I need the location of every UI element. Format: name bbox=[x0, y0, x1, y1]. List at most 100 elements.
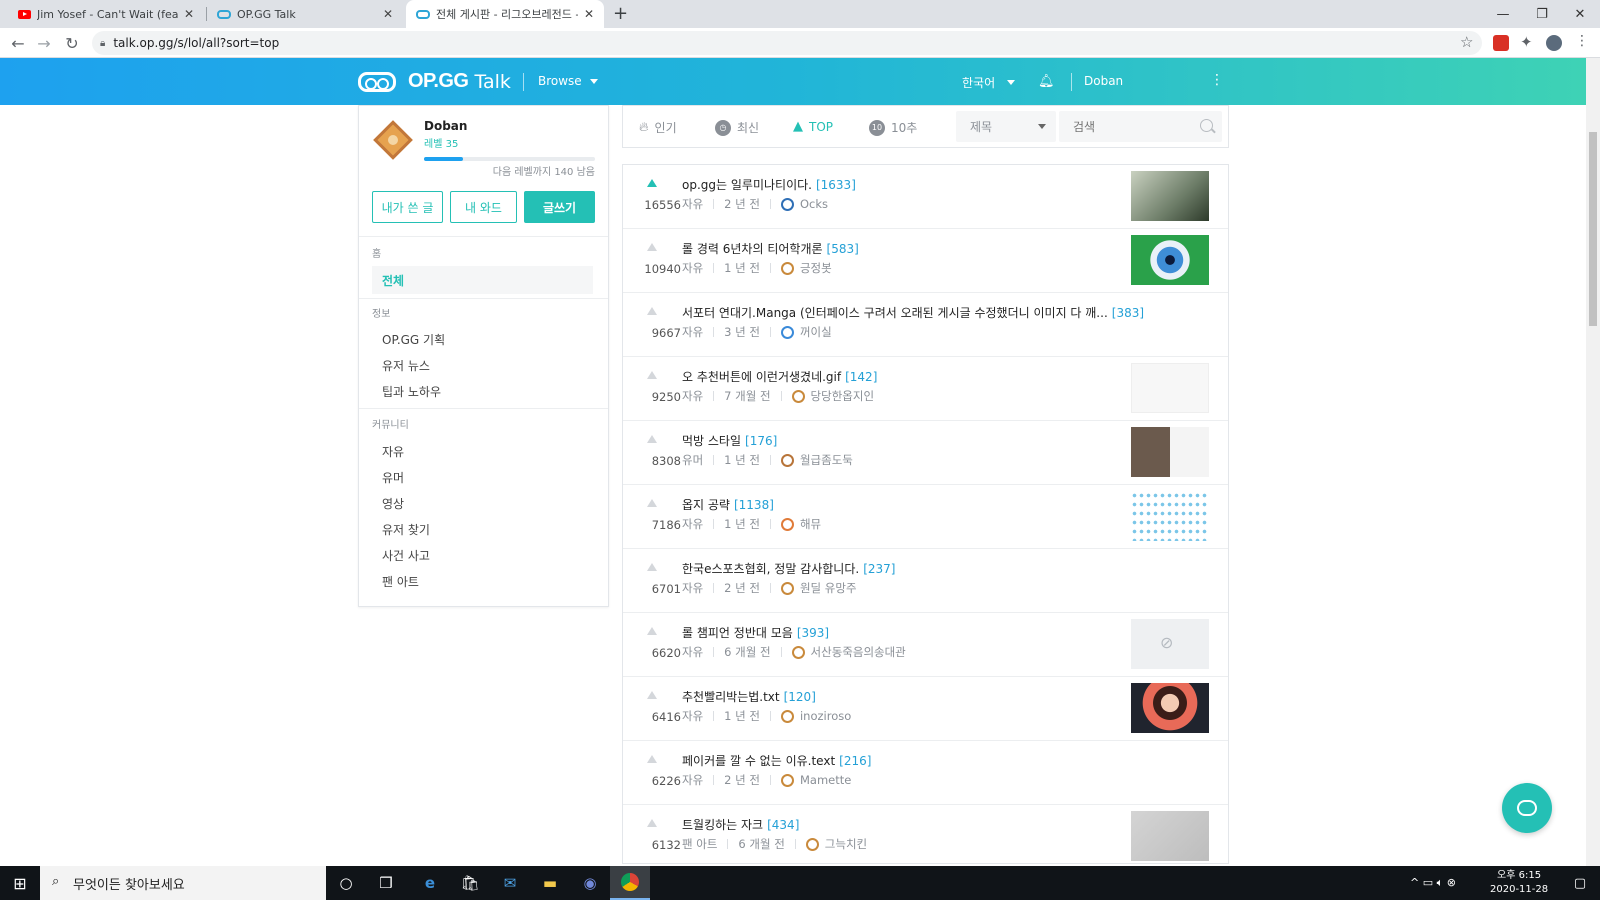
close-tab-icon[interactable]: ✕ bbox=[584, 7, 594, 21]
task-view-icon[interactable]: ❒ bbox=[366, 866, 406, 900]
post-title[interactable]: 먹방 스타일 [176] bbox=[682, 432, 777, 449]
post-row[interactable]: 8308 먹방 스타일 [176] 유머 1 년 전 월급좀도둑 bbox=[623, 421, 1228, 485]
more-menu-icon[interactable]: ⋮ bbox=[1210, 72, 1224, 88]
post-author[interactable]: 꺼이실 bbox=[800, 324, 832, 340]
browse-dropdown[interactable]: Browse bbox=[538, 74, 598, 88]
sidebar-item-video[interactable]: 영상 bbox=[382, 495, 404, 512]
upvote-icon[interactable] bbox=[647, 627, 657, 635]
minimize-icon[interactable]: — bbox=[1485, 0, 1521, 28]
search-icon[interactable] bbox=[1200, 119, 1213, 132]
girl-photo-image[interactable] bbox=[1131, 683, 1209, 733]
forward-icon[interactable]: → bbox=[32, 32, 56, 54]
close-tab-icon[interactable]: ✕ bbox=[184, 7, 194, 21]
tab-top[interactable]: ▲ TOP bbox=[793, 119, 833, 134]
post-title[interactable]: 롤 경력 6년차의 티어학개론 [583] bbox=[682, 240, 859, 257]
post-row[interactable]: 6701 한국e스포츠협회, 정말 감사합니다. [237] 자유 2 년 전 원딜 유망… bbox=[623, 549, 1228, 613]
sidebar-item-tips[interactable]: 팁과 노하우 bbox=[382, 383, 441, 400]
upvote-icon[interactable] bbox=[647, 819, 657, 827]
sidebar-item-find-user[interactable]: 유저 찾기 bbox=[382, 521, 430, 538]
post-row[interactable]: 9667 서포터 연대기.Manga (인터페이스 구려서 오래된 게시글 수정했… bbox=[623, 293, 1228, 357]
close-tab-icon[interactable]: ✕ bbox=[383, 7, 393, 21]
post-title[interactable]: 롤 챔피언 정반대 모음 [393] bbox=[682, 624, 829, 641]
upvote-icon[interactable] bbox=[647, 243, 657, 251]
sidebar-item-free[interactable]: 자유 bbox=[382, 443, 404, 460]
upvote-icon[interactable] bbox=[647, 435, 657, 443]
store-icon[interactable]: 🛍︎ bbox=[450, 866, 490, 900]
user-menu[interactable]: Doban bbox=[1084, 74, 1123, 88]
edge-icon[interactable]: e bbox=[410, 866, 450, 900]
back-icon[interactable]: ← bbox=[6, 32, 30, 54]
write-post-button[interactable]: 글쓰기 bbox=[524, 191, 595, 223]
post-author[interactable]: 서산동죽음의송대관 bbox=[811, 644, 906, 660]
upvote-icon[interactable] bbox=[647, 563, 657, 571]
browser-tab-youtube[interactable]: Jim Yosef - Can't Wait (feat. An ✕ bbox=[8, 0, 204, 28]
extension-icon[interactable] bbox=[1493, 35, 1509, 51]
restore-icon[interactable]: ❐ bbox=[1524, 0, 1560, 28]
post-title[interactable]: 페이커를 깔 수 없는 이유.text [216] bbox=[682, 752, 871, 769]
upvote-icon[interactable] bbox=[647, 179, 657, 187]
sidebar-item-fan-art[interactable]: 팬 아트 bbox=[382, 573, 419, 590]
post-author[interactable]: inoziroso bbox=[800, 709, 851, 723]
address-bar[interactable]: 🔒︎ talk.op.gg/s/lol/all?sort=top bbox=[92, 31, 1482, 55]
new-tab-icon[interactable]: + bbox=[613, 3, 628, 24]
search-input[interactable] bbox=[1059, 111, 1222, 142]
sidebar-item-opgg-planning[interactable]: OP.GG 기획 bbox=[382, 331, 445, 348]
my-posts-button[interactable]: 내가 쓴 글 bbox=[372, 191, 443, 223]
tab-latest[interactable]: ◷ 최신 bbox=[715, 119, 759, 136]
post-row[interactable]: 7186 옵지 공략 [1138] 자유 1 년 전 해뮤 bbox=[623, 485, 1228, 549]
browser-tab-opgg[interactable]: OP.GG Talk ✕ bbox=[207, 0, 403, 28]
upvote-icon[interactable] bbox=[647, 755, 657, 763]
search-type-select[interactable]: 제목 bbox=[956, 111, 1056, 142]
bell-icon[interactable]: 🔔︎ bbox=[1038, 74, 1055, 89]
post-title[interactable]: 옵지 공략 [1138] bbox=[682, 496, 774, 513]
browser-tab-active[interactable]: 전체 게시판 - 리그오브레전드 - ✕ bbox=[406, 0, 604, 28]
post-author[interactable]: 원딜 유망주 bbox=[800, 580, 857, 596]
opgg-logo[interactable]: OP.GG Talk bbox=[358, 70, 511, 93]
my-wards-button[interactable]: 내 와드 bbox=[450, 191, 517, 223]
vote-button-screenshot[interactable] bbox=[1131, 363, 1209, 413]
chrome-menu-icon[interactable]: ⋮ bbox=[1575, 33, 1589, 49]
post-title[interactable]: 오 추천버튼에 이런거생겼네.gif [142] bbox=[682, 368, 877, 385]
sidebar-item-humor[interactable]: 유머 bbox=[382, 469, 404, 486]
cortana-icon[interactable]: ○ bbox=[326, 866, 366, 900]
windows-start-icon[interactable]: ⊞ bbox=[0, 866, 40, 900]
upvote-icon[interactable] bbox=[647, 371, 657, 379]
upvote-icon[interactable] bbox=[647, 691, 657, 699]
upvote-icon[interactable] bbox=[647, 307, 657, 315]
taskbar-clock[interactable]: 오후 6:15 2020-11-28 bbox=[1490, 869, 1548, 897]
sidebar-item-user-news[interactable]: 유저 뉴스 bbox=[382, 357, 430, 374]
post-row[interactable]: 9250 오 추천버튼에 이런거생겼네.gif [142] 자유 7 개월 전 당당한옵지… bbox=[623, 357, 1228, 421]
post-row[interactable]: 6132 트월킹하는 자크 [434] 팬 아트 6 개월 전 그늑치킨 bbox=[623, 805, 1228, 863]
post-title[interactable]: 한국e스포츠협회, 정말 감사합니다. [237] bbox=[682, 560, 895, 577]
mail-icon[interactable]: ✉ bbox=[490, 866, 530, 900]
illuminati-eye-image[interactable] bbox=[1131, 171, 1209, 221]
post-row[interactable]: 6620 롤 챔피언 정반대 모음 [393] 자유 6 개월 전 서산동죽음의송대관 ⊘ bbox=[623, 613, 1228, 677]
post-author[interactable]: 그늑치킨 bbox=[825, 836, 867, 852]
post-title[interactable]: 트월킹하는 자크 [434] bbox=[682, 816, 799, 833]
sidebar-item-all[interactable]: 전체 bbox=[382, 272, 404, 289]
post-row[interactable]: 10940 롤 경력 6년차의 티어학개론 [583] 자유 1 년 전 긍정봇 bbox=[623, 229, 1228, 293]
post-author[interactable]: Ocks bbox=[800, 197, 828, 211]
extensions-puzzle-icon[interactable]: ✦ bbox=[1520, 33, 1533, 51]
post-author[interactable]: 해뮤 bbox=[800, 516, 821, 532]
hidden-image[interactable]: ⊘ bbox=[1131, 619, 1209, 669]
chat-button[interactable] bbox=[1502, 783, 1552, 833]
close-window-icon[interactable]: ✕ bbox=[1562, 0, 1598, 28]
gray-image[interactable] bbox=[1131, 811, 1209, 861]
post-title[interactable]: 추천빨리박는법.txt [120] bbox=[682, 688, 816, 705]
post-author[interactable]: 긍정봇 bbox=[800, 260, 832, 276]
reload-icon[interactable]: ↻ bbox=[60, 32, 84, 54]
sidebar-item-incident[interactable]: 사건 사고 bbox=[382, 547, 430, 564]
profile-avatar-icon[interactable] bbox=[1546, 35, 1562, 51]
chrome-icon[interactable] bbox=[610, 866, 650, 900]
discord-icon[interactable]: ◉ bbox=[570, 866, 610, 900]
eye-closeup-image[interactable] bbox=[1131, 235, 1209, 285]
language-dropdown[interactable]: 한국어 bbox=[962, 74, 1016, 91]
post-author[interactable]: 월급좀도둑 bbox=[800, 452, 853, 468]
post-title[interactable]: 서포터 연대기.Manga (인터페이스 구려서 오래된 게시글 수정했더니 이… bbox=[682, 304, 1144, 321]
bookmark-star-icon[interactable]: ☆ bbox=[1460, 33, 1473, 51]
post-row[interactable]: 6226 페이커를 깔 수 없는 이유.text [216] 자유 2 년 전 Mamet… bbox=[623, 741, 1228, 805]
notification-icon[interactable]: ▢ bbox=[1560, 866, 1600, 900]
file-explorer-icon[interactable]: ▬ bbox=[530, 866, 570, 900]
tab-popular[interactable]: 🔥︎ 인기 bbox=[639, 119, 677, 136]
